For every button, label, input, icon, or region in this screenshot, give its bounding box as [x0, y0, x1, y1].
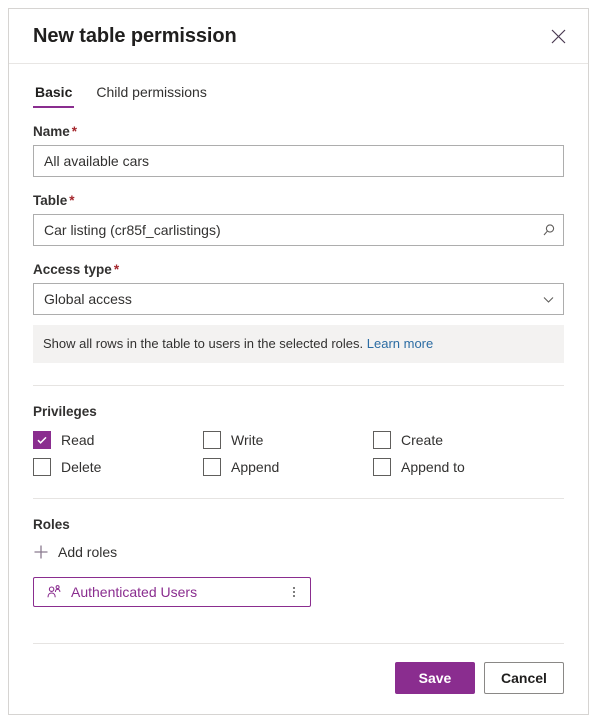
tab-basic-label: Basic: [35, 84, 73, 100]
checkbox-create[interactable]: [373, 430, 391, 449]
tab-child-permissions-label: Child permissions: [96, 84, 207, 100]
info-banner-text: Show all rows in the table to users in t…: [43, 336, 364, 351]
access-type-select[interactable]: Global access: [33, 283, 564, 315]
name-field-group: Name *: [33, 124, 564, 177]
name-input-wrap: [33, 145, 564, 177]
roles-divider: [33, 497, 564, 499]
privilege-create-label: Create: [401, 431, 444, 448]
name-label-text: Name: [33, 124, 70, 139]
access-type-required-marker: *: [113, 262, 120, 277]
access-type-info-banner: Show all rows in the table to users in t…: [33, 325, 564, 363]
access-type-field-group: Access type * Global access Show all rows…: [33, 262, 564, 363]
privilege-append-label: Append: [231, 458, 280, 475]
privilege-write[interactable]: Write: [203, 430, 373, 449]
add-roles-label: Add roles: [58, 543, 118, 560]
checkbox-delete[interactable]: [33, 457, 51, 476]
table-required-marker: *: [69, 193, 75, 208]
name-label: Name *: [33, 124, 564, 139]
privilege-delete[interactable]: Delete: [33, 457, 203, 476]
access-type-label-text: Access type: [33, 262, 112, 277]
privilege-append-to[interactable]: Append to: [373, 457, 564, 476]
add-roles-button[interactable]: Add roles: [33, 544, 117, 560]
dialog-header: New table permission: [9, 9, 588, 64]
name-input[interactable]: [33, 145, 564, 177]
access-type-label: Access type *: [33, 262, 564, 277]
checkbox-append[interactable]: [203, 457, 221, 476]
access-type-value: Global access: [44, 291, 132, 307]
privilege-write-label: Write: [231, 431, 264, 448]
cancel-button[interactable]: Cancel: [484, 662, 564, 694]
learn-more-link[interactable]: Learn more: [367, 336, 433, 351]
dialog-body: Basic Child permissions Name* Table*: [9, 64, 588, 643]
contact-icon: [46, 584, 62, 600]
table-field-group: Table *: [33, 193, 564, 246]
table-label-text: Table: [33, 193, 68, 208]
table-input-wrap: [33, 214, 564, 246]
privilege-create[interactable]: Create: [373, 430, 564, 449]
privilege-read[interactable]: Read: [33, 430, 203, 449]
checkbox-write[interactable]: [203, 430, 221, 449]
checkbox-append-to[interactable]: [373, 457, 391, 476]
privileges-title: Privileges: [33, 403, 97, 419]
close-button[interactable]: [542, 20, 574, 52]
page-title: New table permission: [33, 24, 237, 47]
privileges-divider: [33, 384, 564, 386]
tab-child-permissions[interactable]: Child permissions: [94, 84, 208, 108]
close-icon: [551, 29, 566, 44]
privilege-append-to-label: Append to: [401, 458, 465, 475]
access-type-select-wrap: Global access: [33, 283, 564, 315]
plus-icon: [33, 544, 49, 560]
roles-title: Roles: [33, 516, 70, 532]
privilege-delete-label: Delete: [61, 458, 102, 475]
checkbox-read[interactable]: [33, 430, 51, 449]
dialog-footer: Save Cancel: [33, 643, 564, 714]
save-button[interactable]: Save: [395, 662, 475, 694]
name-required-marker: *: [71, 124, 78, 139]
search-icon[interactable]: [533, 215, 563, 245]
more-vertical-icon[interactable]: [284, 580, 304, 604]
tab-list: Basic Child permissions: [33, 64, 564, 108]
role-chip-authenticated-users[interactable]: Authenticated Users: [33, 576, 311, 607]
new-table-permission-dialog: New table permission Basic Child permiss…: [8, 8, 589, 715]
role-chip-label: Authenticated Users: [71, 583, 198, 600]
privilege-read-label: Read: [61, 431, 95, 448]
tab-basic[interactable]: Basic: [33, 84, 75, 108]
chevron-down-icon[interactable]: [533, 284, 563, 314]
table-input[interactable]: [33, 214, 564, 246]
privilege-append[interactable]: Append: [203, 457, 373, 476]
table-label: Table *: [33, 193, 564, 208]
privileges-grid: Read Write Create Delete Append Append t…: [33, 430, 564, 476]
